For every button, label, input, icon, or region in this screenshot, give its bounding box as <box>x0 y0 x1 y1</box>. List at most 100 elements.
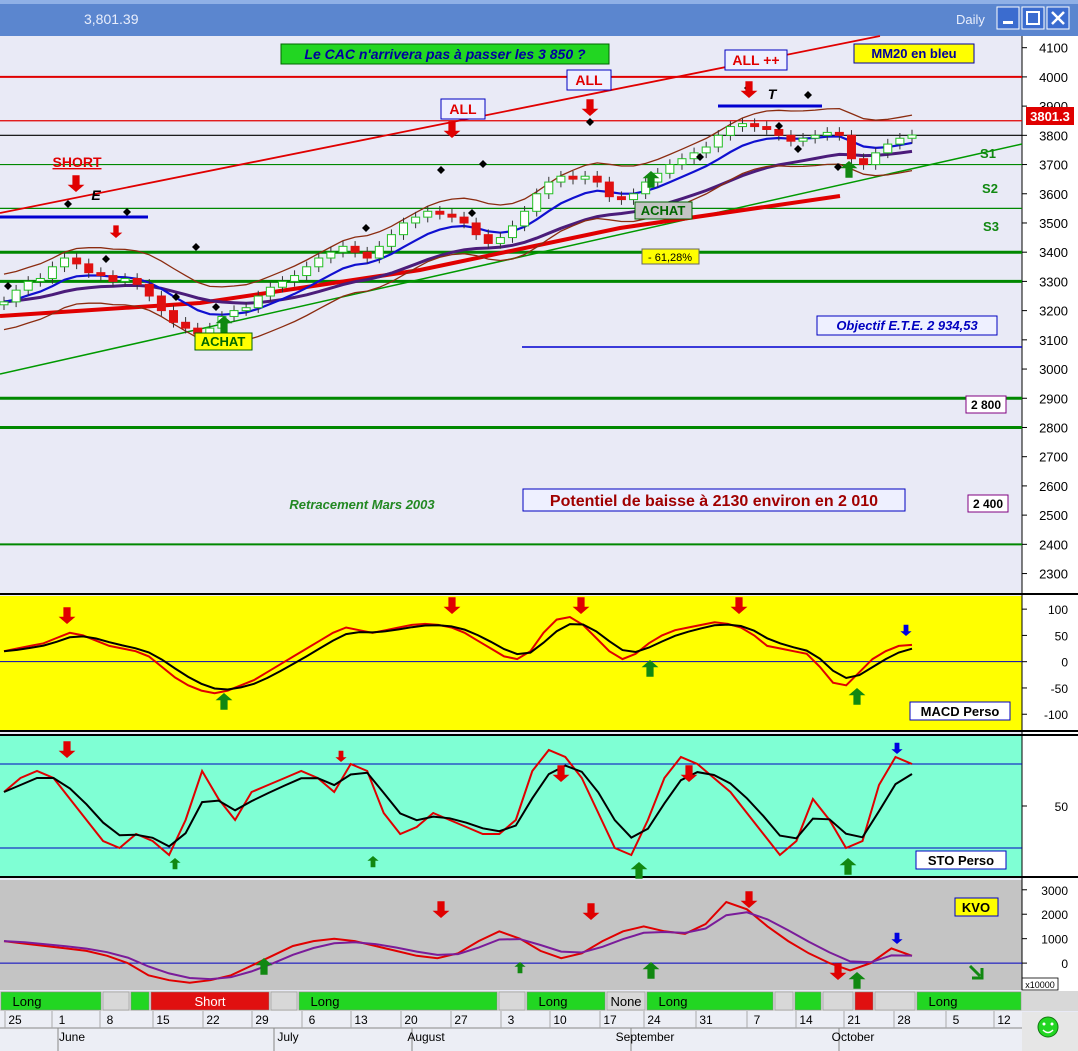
candle-body <box>47 266 57 279</box>
macd-tick-label: -100 <box>1044 708 1068 722</box>
signal-segment: Long <box>298 991 498 1011</box>
status-button[interactable] <box>1022 1012 1078 1051</box>
candle-body <box>459 216 469 224</box>
pct-label: - 61,28% <box>648 252 692 264</box>
candle-body <box>713 134 723 148</box>
kvo-tick-label: 0 <box>1061 957 1068 971</box>
candle-body <box>665 164 675 174</box>
minimize-button[interactable] <box>996 6 1020 30</box>
candle-body <box>846 134 856 160</box>
candle-body <box>277 280 287 288</box>
candle-body <box>604 181 614 198</box>
day-tick-label: 22 <box>206 1013 220 1027</box>
signal-segment <box>774 991 794 1011</box>
achat-label-1: ACHAT <box>201 334 246 349</box>
price-tick-label: 4000 <box>1039 70 1068 85</box>
day-tick-label: 29 <box>255 1013 269 1027</box>
candle-body <box>362 251 372 259</box>
signal-segment <box>794 991 822 1011</box>
candle-body <box>483 234 493 244</box>
signal-segment: None <box>606 991 646 1011</box>
signal-segment-box <box>498 991 526 1011</box>
candle-body <box>580 175 590 180</box>
candle-body <box>907 134 917 139</box>
price-tick-label: 3100 <box>1039 333 1068 348</box>
sto-panel <box>0 736 1022 876</box>
kvo-scale-note: x10000 <box>1025 980 1055 990</box>
price-tick-label: 2800 <box>1039 420 1068 435</box>
candle-body <box>750 123 760 128</box>
candle-body <box>229 310 239 317</box>
day-tick-label: 15 <box>156 1013 170 1027</box>
objectif-label: Objectif E.T.E. 2 934,53 <box>836 318 978 333</box>
signal-segment-label: Long <box>539 994 568 1009</box>
signal-segment-label: Short <box>194 994 225 1009</box>
day-tick-label: 5 <box>953 1013 960 1027</box>
s1-label: S1 <box>980 146 996 161</box>
day-tick-label: 21 <box>847 1013 861 1027</box>
candle-body <box>72 257 82 265</box>
day-tick-label: 12 <box>997 1013 1011 1027</box>
candle-body <box>314 257 324 268</box>
title-bar: 3,801.39 Daily <box>0 0 1078 36</box>
candle-body <box>532 193 542 212</box>
maximize-button[interactable] <box>1021 6 1045 30</box>
candle-body <box>265 286 275 297</box>
kvo-tick-label: 3000 <box>1041 884 1068 898</box>
title-price: 3,801.39 <box>84 11 139 27</box>
candle-body <box>592 175 602 183</box>
signal-segment-box <box>874 991 916 1011</box>
candle-body <box>399 222 409 236</box>
candle-body <box>616 196 626 201</box>
signal-segment-box <box>130 991 150 1011</box>
price-tick-label: 3800 <box>1039 128 1068 143</box>
signal-segment-box <box>270 991 298 1011</box>
price-tick-label: 3700 <box>1039 158 1068 173</box>
all-plus-label: ALL ++ <box>732 52 779 68</box>
signal-segment: Long <box>526 991 606 1011</box>
signal-segment <box>854 991 874 1011</box>
day-tick-label: 27 <box>454 1013 468 1027</box>
candle-body <box>60 257 70 268</box>
price-tick-label: 4100 <box>1039 41 1068 56</box>
price-tick-label: 2500 <box>1039 508 1068 523</box>
kvo-tick-label: 2000 <box>1041 908 1068 922</box>
achat-label-2: ACHAT <box>641 203 686 218</box>
candle-body <box>350 245 360 253</box>
candle-body <box>507 225 517 239</box>
candle-body <box>677 158 687 166</box>
candle-body <box>471 222 481 236</box>
month-label: September <box>616 1030 675 1044</box>
candle-body <box>762 126 772 130</box>
month-label: July <box>277 1030 298 1044</box>
candle-body <box>447 213 457 218</box>
price-tick-label: 3400 <box>1039 245 1068 260</box>
candle-body <box>520 210 530 227</box>
kvo-title: KVO <box>962 900 990 915</box>
day-tick-label: 20 <box>404 1013 418 1027</box>
signal-segment-box <box>774 991 794 1011</box>
potentiel-label: Potentiel de baisse à 2130 environ en 2 … <box>550 493 878 510</box>
candle-body <box>774 128 784 136</box>
day-tick-label: 14 <box>799 1013 813 1027</box>
price-tick-label: 3600 <box>1039 187 1068 202</box>
price-tick-label: 3500 <box>1039 216 1068 231</box>
macd-tick-label: 50 <box>1055 629 1069 643</box>
candle-body <box>181 321 191 329</box>
candle-body <box>871 152 881 166</box>
close-button[interactable] <box>1046 6 1070 30</box>
signal-segment-label: Long <box>311 994 340 1009</box>
candle-body <box>11 289 21 303</box>
day-tick-label: 1 <box>59 1013 66 1027</box>
candle-body <box>35 277 45 282</box>
signal-segment: Short <box>150 991 270 1011</box>
candle-body <box>834 131 844 136</box>
s2-label: S2 <box>982 181 998 196</box>
signal-segment <box>130 991 150 1011</box>
all-label-2: ALL <box>575 72 603 88</box>
price-tick-label: 2300 <box>1039 567 1068 582</box>
candle-body <box>883 143 893 154</box>
smiley-icon <box>1037 1016 1059 1038</box>
day-tick-label: 6 <box>309 1013 316 1027</box>
price-tick-label: 2700 <box>1039 450 1068 465</box>
